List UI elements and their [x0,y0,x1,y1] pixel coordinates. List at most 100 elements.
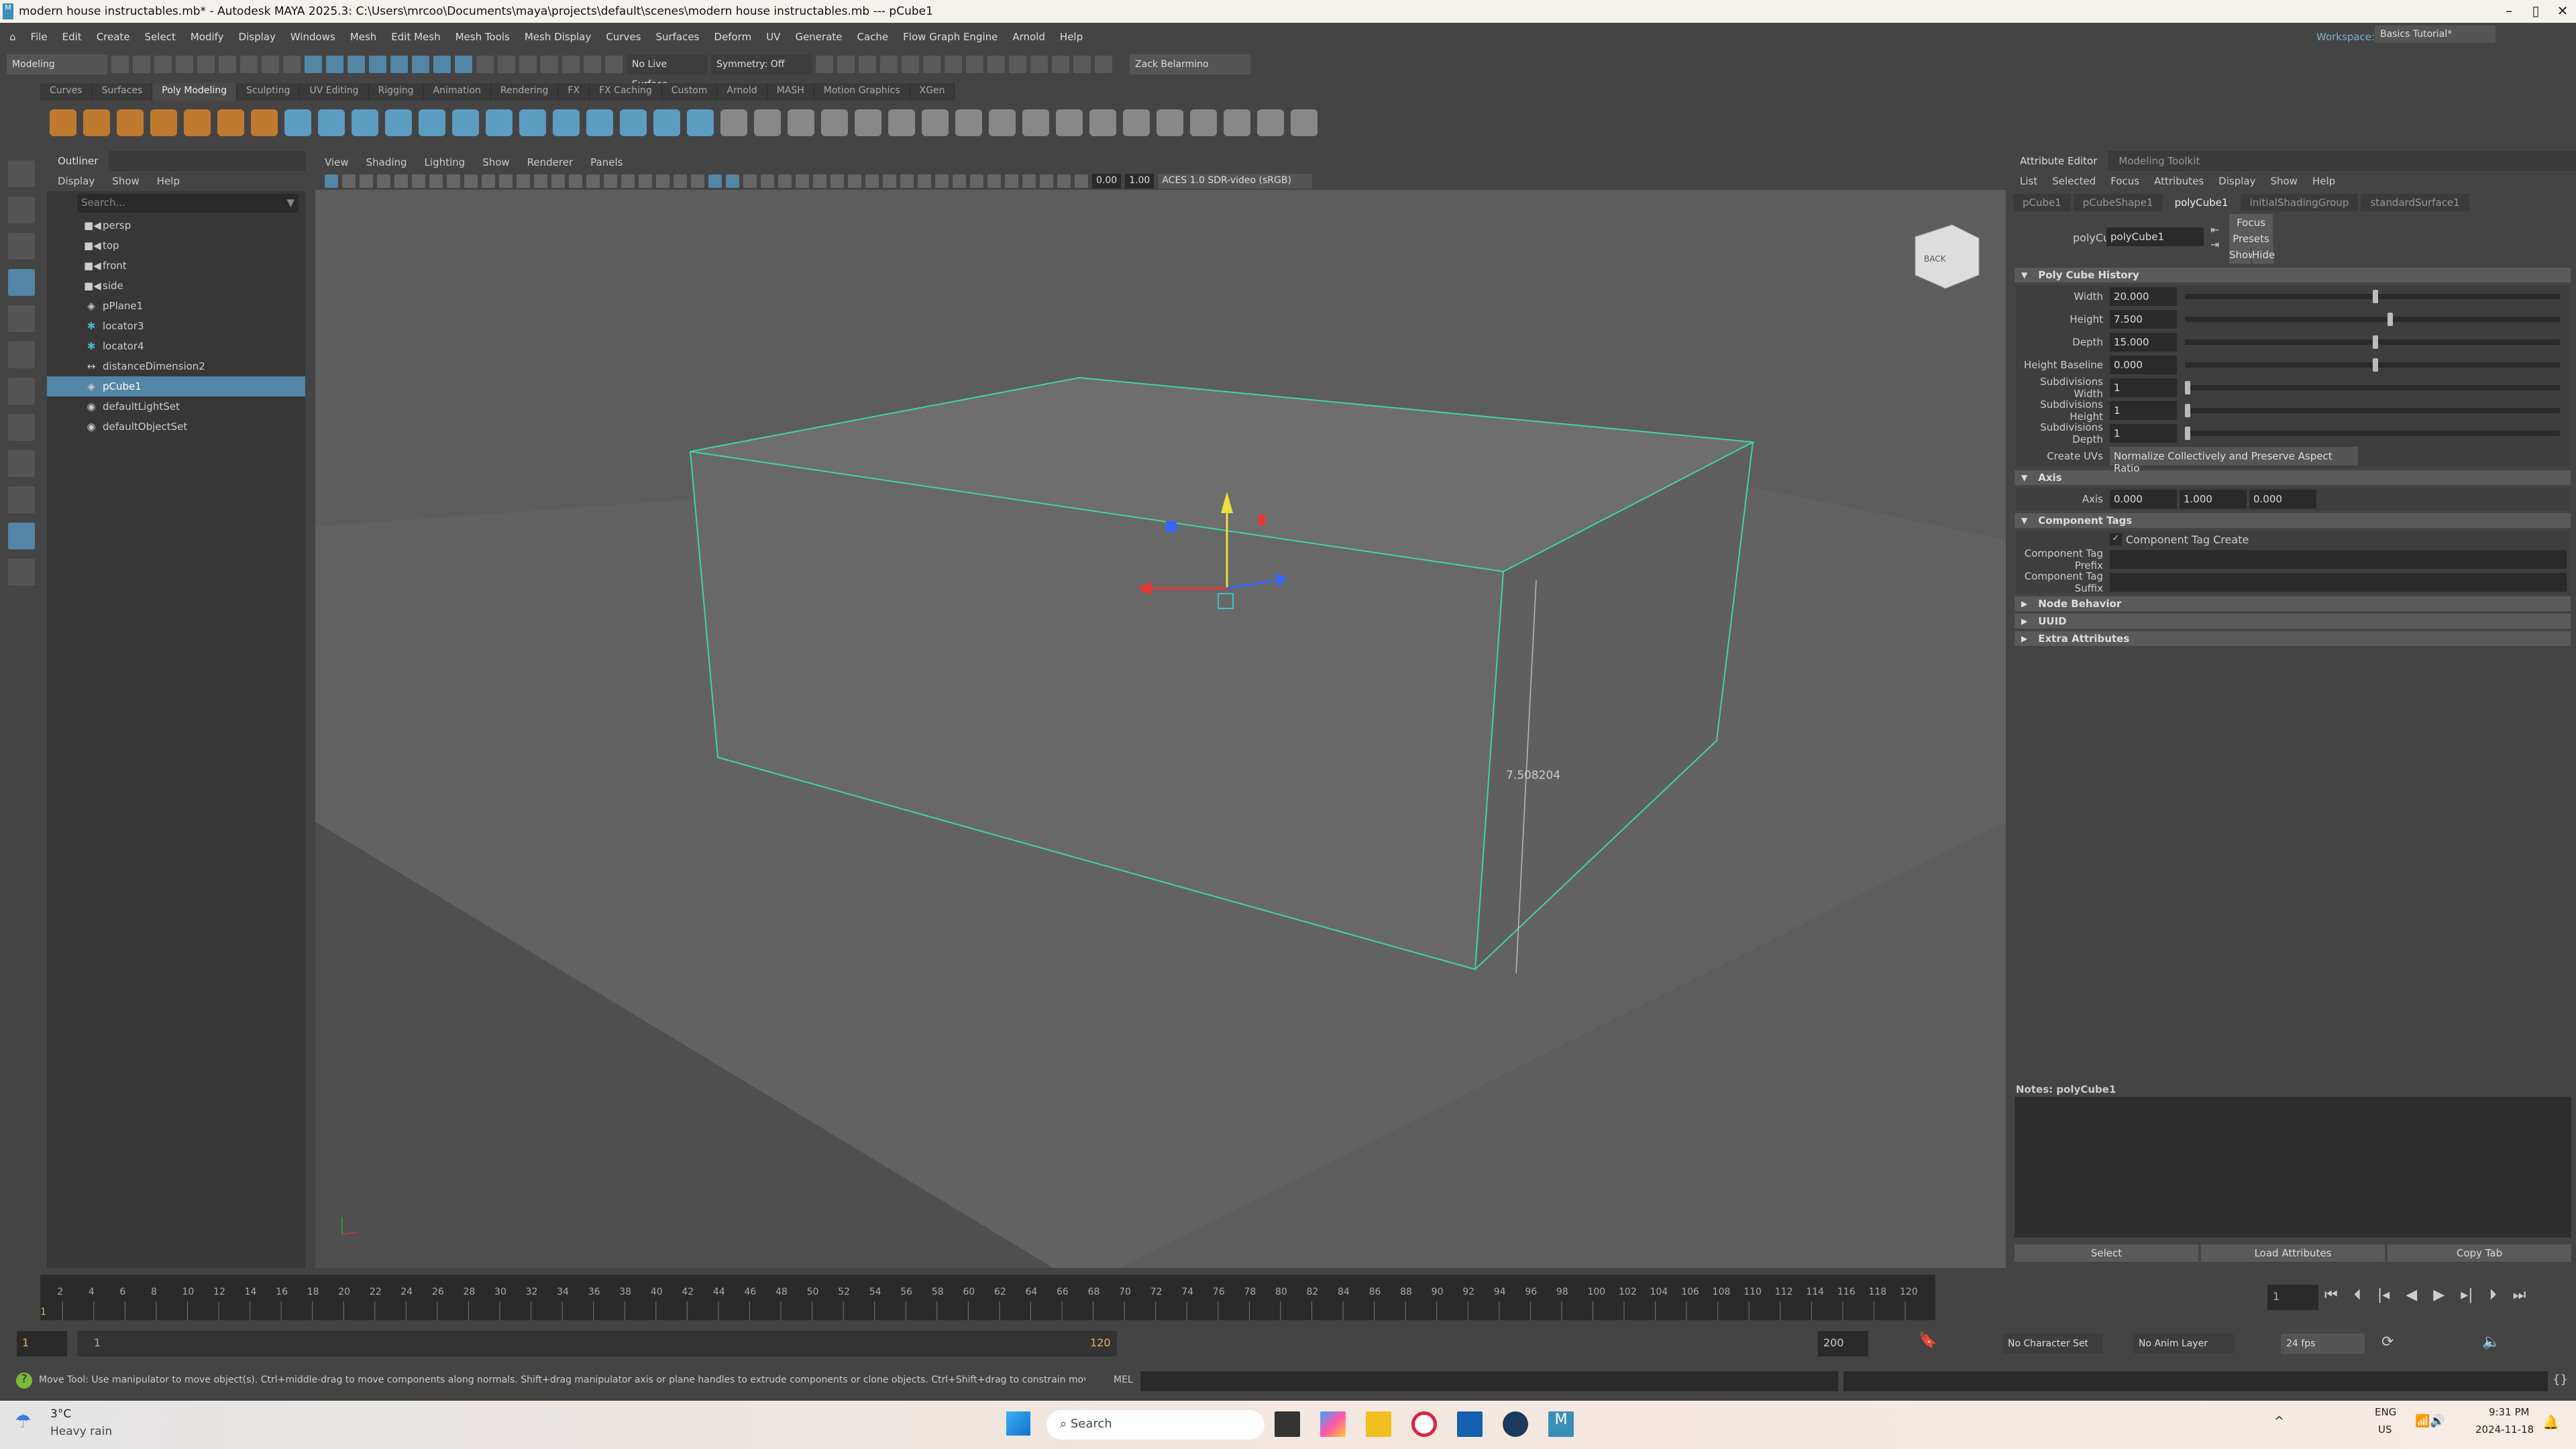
shelf-tool-icon[interactable] [1157,109,1183,136]
shelf-tool-icon[interactable] [117,109,144,136]
attr-value-field[interactable]: 20.000 [2110,287,2177,306]
section-node-behavior[interactable]: ▶ Node Behavior [2015,596,2571,611]
toolbar-icon[interactable] [240,56,258,73]
show-button[interactable]: Show [2229,246,2256,264]
shelf-tool-icon[interactable] [385,109,412,136]
go-to-start-icon[interactable]: ⏮ [2324,1287,2338,1303]
outliner-item[interactable]: ■◀ front [47,256,305,276]
toolbar-icon[interactable] [584,56,601,73]
shelf-tab-animation[interactable]: Animation [423,83,491,101]
shelf-tool-icon[interactable] [687,109,714,136]
slider-handle[interactable] [2185,381,2190,394]
shelf-tool-icon[interactable] [1056,109,1083,136]
scale-tool-icon[interactable] [8,341,35,368]
create-uvs-select[interactable]: Normalize Collectively and Preserve Aspe… [2110,447,2358,474]
wifi-volume-icon[interactable]: 📶🔊 [2415,1414,2445,1428]
ae-menu-list[interactable]: List [2020,175,2037,187]
shelf-tab-mash[interactable]: MASH [767,83,814,101]
tag-suffix-field[interactable] [2110,573,2567,592]
slider-handle[interactable] [2372,290,2378,303]
toolbar-icon[interactable] [219,56,236,73]
toolbar-icon[interactable] [541,56,558,73]
shelf-tab-fx[interactable]: FX [558,83,590,101]
toolbar-icon[interactable] [1052,56,1069,73]
taskbar-search[interactable]: ⌕ Search [1046,1410,1265,1440]
shelf-tool-icon[interactable] [922,109,949,136]
menu-deform[interactable]: Deform [714,31,751,43]
outliner-item[interactable]: ■◀ persp [47,215,305,235]
shelf-tool-icon[interactable] [50,109,76,136]
ae-menu-display[interactable]: Display [2218,175,2255,187]
ae-menu-selected[interactable]: Selected [2052,175,2096,187]
paint-select-tool-icon[interactable] [8,233,35,260]
shelf-tool-icon[interactable] [486,109,513,136]
tab-modeling-toolkit[interactable]: Modeling Toolkit [2108,151,2211,171]
node-name-field[interactable]: polyCube1 [2106,227,2204,246]
axis-x-field[interactable]: 0.000 [2110,490,2177,508]
presets-button[interactable]: Presets [2229,230,2273,248]
toolbar-icon[interactable] [476,56,494,73]
toolbar-icon[interactable] [837,56,855,73]
outliner-item[interactable]: ■◀ top [47,235,305,256]
shelf-tab-rigging[interactable]: Rigging [368,83,424,101]
section-uuid[interactable]: ▶ UUID [2015,614,2571,629]
notification-bell-icon[interactable]: 🔔 [2542,1414,2559,1430]
command-input[interactable] [1140,1371,1838,1391]
single-view-layout-icon[interactable] [8,414,35,441]
shelf-tool-icon[interactable] [419,109,445,136]
tab-attribute-editor[interactable]: Attribute Editor [2009,151,2108,171]
four-view-layout-icon[interactable] [8,450,35,477]
shelf-tool-icon[interactable] [553,109,580,136]
sound-icon[interactable]: 🔈 [2482,1334,2500,1350]
clock-time[interactable]: 9:31 PM [2489,1406,2529,1418]
copilot-icon[interactable] [1320,1411,1346,1437]
shelf-tool-icon[interactable] [1224,109,1250,136]
xy-plane-handle[interactable] [1166,521,1177,532]
notes-textarea[interactable] [2015,1097,2571,1238]
shelf-tab-motion-graphics[interactable]: Motion Graphics [814,83,910,101]
toolbar-icon[interactable] [562,56,580,73]
toolbar-icon[interactable] [498,56,515,73]
outliner-item[interactable]: ◈ pCube1 [47,376,305,396]
toolbar-icon[interactable] [390,56,408,73]
shelf-tool-icon[interactable] [955,109,982,136]
play-forward-icon[interactable]: ▶ [2433,1287,2445,1303]
outliner-item[interactable]: ◉ defaultLightSet [47,396,305,417]
go-to-end-icon[interactable]: ⏭ [2513,1287,2526,1303]
move-tool-icon[interactable] [8,269,35,296]
opera-icon[interactable] [1411,1411,1437,1437]
shelf-tool-icon[interactable] [720,109,747,136]
input-connection-icon[interactable]: ⇤ [2210,223,2219,236]
attr-slider[interactable] [2185,427,2560,440]
chevron-down-icon[interactable]: ▼ [286,197,294,209]
command-language-toggle[interactable]: MEL [1114,1375,1133,1385]
shelf-tool-icon[interactable] [284,109,311,136]
outliner-item[interactable]: ↔ distanceDimension2 [47,356,305,376]
ae-menu-help[interactable]: Help [2312,175,2335,187]
weather-icon[interactable]: ☂ [15,1410,32,1432]
time-slider[interactable]: 2 4 6 8 10 12 14 16 18 20 22 24 26 28 30 32 34 36 38 40 42 44… [40,1275,1935,1320]
slider-handle[interactable] [2372,335,2378,349]
shelf-tool-icon[interactable] [217,109,244,136]
loop-icon[interactable]: ⟳ [2381,1334,2394,1350]
attr-value-field[interactable]: 15.000 [2110,333,2177,352]
toolbar-icon[interactable] [1095,56,1112,73]
attr-value-field[interactable]: 0.000 [2110,356,2177,374]
step-back-key-icon[interactable]: |◂ [2377,1287,2390,1303]
microsoft-store-icon[interactable] [1457,1411,1483,1437]
tag-prefix-field[interactable] [2110,550,2567,569]
toolbar-icon[interactable] [283,56,301,73]
current-frame-marker[interactable]: 1 [40,1307,46,1318]
outliner-item[interactable]: ✱ locator4 [47,336,305,356]
checkbox-icon[interactable]: ✓ [2110,533,2122,545]
attr-value-field[interactable]: 1 [2110,401,2177,420]
menu-set-select[interactable]: Modeling [7,54,107,74]
node-tab-pCube1[interactable]: pCube1 [2013,194,2071,211]
menu-mesh-display[interactable]: Mesh Display [525,31,592,43]
section-axis[interactable]: ▼ Axis [2015,470,2571,485]
minimize-button[interactable]: – [2496,3,2522,19]
shelf-tool-icon[interactable] [318,109,345,136]
attr-value-field[interactable]: 1 [2110,378,2177,397]
node-tab-pCubeShape1[interactable]: pCubeShape1 [2073,194,2163,211]
slider-handle[interactable] [2372,358,2378,372]
